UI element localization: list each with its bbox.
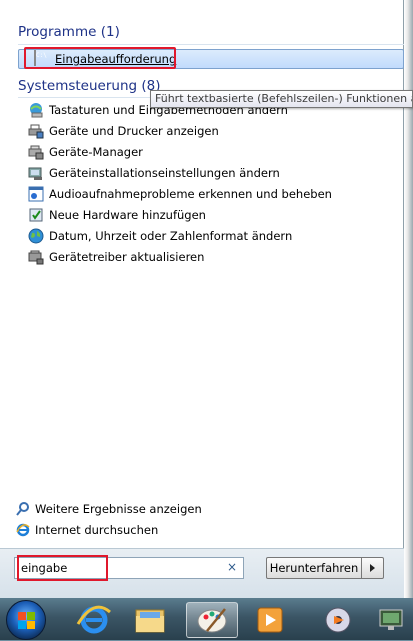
result-geraeteinstallation[interactable]: Geräteinstallationseinstellungen ändern xyxy=(28,164,280,182)
troubleshoot-audio-icon xyxy=(28,186,44,202)
annotation-highlight-box xyxy=(24,47,176,69)
start-orb[interactable] xyxy=(6,600,46,640)
taskbar-paint[interactable] xyxy=(186,602,238,638)
device-installation-icon xyxy=(28,165,44,181)
region-globe-icon xyxy=(28,228,44,244)
taskbar-network[interactable] xyxy=(370,602,413,638)
internet-explorer-icon xyxy=(76,605,111,634)
result-label: Neue Hardware hinzufügen xyxy=(49,208,206,222)
result-audioaufnahme[interactable]: Audioaufnahmeprobleme erkennen und beheb… xyxy=(28,185,332,203)
result-label: Datum, Uhrzeit oder Zahlenformat ändern xyxy=(49,229,293,243)
printer-devices-icon xyxy=(28,123,44,139)
annotation-highlight-box xyxy=(17,555,108,581)
search-internet-link[interactable]: Internet durchsuchen xyxy=(16,521,158,539)
result-label: Geräte und Drucker anzeigen xyxy=(49,124,219,138)
taskbar-media-player[interactable] xyxy=(244,602,296,638)
media-player-icon xyxy=(257,607,283,633)
programs-header[interactable]: Programme (1) xyxy=(18,24,120,40)
clear-search-icon[interactable]: × xyxy=(227,560,237,574)
network-icon xyxy=(379,609,403,630)
result-neue-hardware[interactable]: Neue Hardware hinzufügen xyxy=(28,206,206,224)
device-driver-icon xyxy=(28,249,44,265)
result-datum-uhrzeit[interactable]: Datum, Uhrzeit oder Zahlenformat ändern xyxy=(28,227,292,245)
internet-explorer-icon xyxy=(16,523,30,537)
more-results-link[interactable]: Weitere Ergebnisse anzeigen xyxy=(16,500,202,518)
globe-keyboard-icon xyxy=(28,102,44,118)
taskbar-internet-explorer[interactable] xyxy=(68,602,120,638)
taskbar-media-center[interactable] xyxy=(312,602,364,638)
link-label: Weitere Ergebnisse anzeigen xyxy=(35,502,202,516)
search-results: Programme (1) Eingabeaufforderung System… xyxy=(6,0,404,548)
windows-explorer-icon xyxy=(135,609,165,633)
device-manager-icon xyxy=(28,144,44,160)
link-label: Internet durchsuchen xyxy=(35,523,159,537)
control-panel-header[interactable]: Systemsteuerung (8) xyxy=(18,78,160,94)
divider xyxy=(18,44,404,45)
tooltip: Führt textbasierte (Befehlszeilen-) Funk… xyxy=(150,90,413,108)
result-label: Gerätetreiber aktualisieren xyxy=(49,250,205,264)
search-icon xyxy=(16,502,30,516)
result-label: Audioaufnahmeprobleme erkennen und beheb… xyxy=(49,187,332,201)
result-geraetetreiber[interactable]: Gerätetreiber aktualisieren xyxy=(28,248,204,266)
result-geraete-drucker[interactable]: Geräte und Drucker anzeigen xyxy=(28,122,219,140)
start-menu: Programme (1) Eingabeaufforderung System… xyxy=(0,0,413,599)
add-hardware-icon xyxy=(28,207,44,223)
taskbar-windows-explorer[interactable] xyxy=(124,602,176,638)
result-geraete-manager[interactable]: Geräte-Manager xyxy=(28,143,143,161)
shutdown-button[interactable]: Herunterfahren xyxy=(266,557,362,579)
result-label: Geräte-Manager xyxy=(49,145,143,159)
paint-icon xyxy=(197,608,227,633)
windows-logo-icon xyxy=(18,612,36,630)
result-label: Geräteinstallationseinstellungen ändern xyxy=(49,166,280,180)
media-center-icon xyxy=(325,607,351,633)
shutdown-options-arrow[interactable] xyxy=(362,557,384,579)
